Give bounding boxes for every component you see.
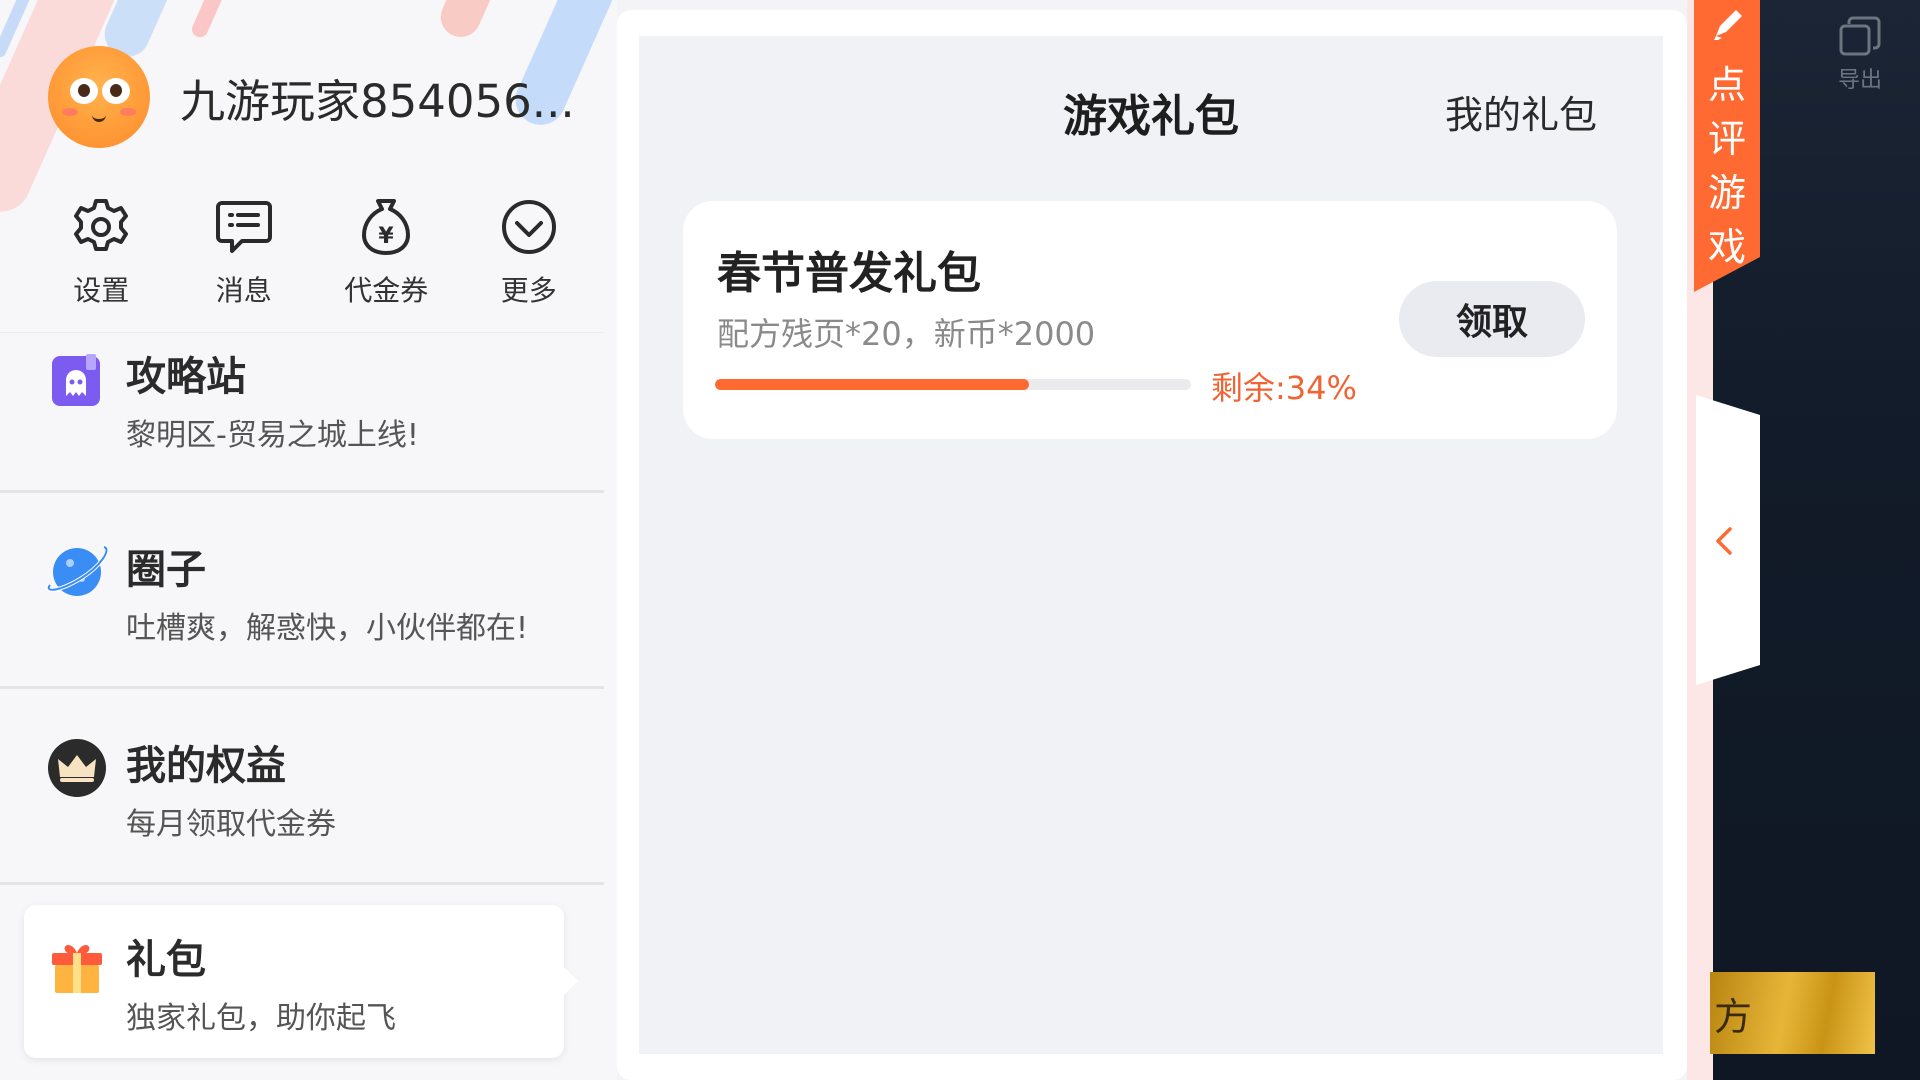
my-gifts-link[interactable]: 我的礼包 xyxy=(1445,84,1597,139)
guide-station-icon xyxy=(52,354,100,406)
side-menu-panel: 九游玩家854056... 设置 消息 ¥ 代金券 更多 攻略站 黎明区-贸易之… xyxy=(0,0,617,1080)
coupon-icon: ¥ xyxy=(362,199,411,255)
export-button[interactable]: 导出 xyxy=(1830,14,1890,94)
settings-button[interactable]: 设置 xyxy=(30,195,173,309)
review-tab-label: 点评游戏 xyxy=(1707,63,1746,269)
collapse-panel-tab[interactable] xyxy=(1696,395,1760,685)
review-game-tab[interactable]: 点评游戏 xyxy=(1694,0,1760,292)
planet-icon xyxy=(46,545,108,596)
menu-item-benefits[interactable]: 我的权益 每月领取代金券 xyxy=(0,689,604,885)
coupon-label: 代金券 xyxy=(344,274,429,307)
pencil-icon xyxy=(1714,10,1742,40)
username: 九游玩家854056... xyxy=(180,74,575,128)
gear-icon xyxy=(74,199,129,251)
menu-item-gift[interactable]: 礼包 独家礼包，助你起飞 xyxy=(24,905,578,1058)
decorative-stripe xyxy=(189,0,237,40)
chevron-down-circle-icon xyxy=(501,200,556,254)
svg-text:¥: ¥ xyxy=(379,224,395,249)
export-icon xyxy=(1839,16,1881,56)
gift-card: 春节普发礼包 配方残页*20，新币*2000 剩余:34% 领取 xyxy=(683,201,1617,439)
crown-icon xyxy=(48,739,106,797)
gift-content-panel: 游戏礼包 我的礼包 春节普发礼包 配方残页*20，新币*2000 剩余:34% … xyxy=(617,10,1687,1080)
export-label: 导出 xyxy=(1837,68,1882,93)
divider xyxy=(0,882,604,885)
more-button[interactable]: 更多 xyxy=(458,195,601,309)
gift-description: 配方残页*20，新币*2000 xyxy=(717,315,1096,353)
remaining-percentage: 剩余:34% xyxy=(1211,369,1357,407)
user-profile[interactable]: 九游玩家854056... xyxy=(48,46,575,148)
menu-item-subtitle: 吐槽爽，解惑快，小伙伴都在! xyxy=(126,611,529,646)
chevron-left-icon xyxy=(1716,527,1732,555)
gift-name: 春节普发礼包 xyxy=(717,248,981,299)
quick-actions-bar: 设置 消息 ¥ 代金券 更多 xyxy=(30,195,600,309)
gift-content-area: 游戏礼包 我的礼包 春节普发礼包 配方残页*20，新币*2000 剩余:34% … xyxy=(639,36,1663,1054)
menu-item-title: 礼包 xyxy=(126,937,206,983)
settings-label: 设置 xyxy=(73,274,130,307)
more-label: 更多 xyxy=(500,274,557,307)
remaining-progress-fill xyxy=(715,379,1030,390)
menu-item-subtitle: 黎明区-贸易之城上线! xyxy=(126,418,419,453)
menu-item-subtitle: 每月领取代金券 xyxy=(126,807,336,842)
claim-button[interactable]: 领取 xyxy=(1399,281,1585,357)
menu-item-title: 攻略站 xyxy=(126,354,246,400)
menu-item-circle[interactable]: 圈子 吐槽爽，解惑快，小伙伴都在! xyxy=(0,493,604,689)
messages-label: 消息 xyxy=(215,274,272,307)
messages-button[interactable]: 消息 xyxy=(173,195,316,309)
menu-item-title: 圈子 xyxy=(126,547,206,593)
decorative-stripe xyxy=(434,0,516,44)
menu-item-subtitle: 独家礼包，助你起飞 xyxy=(126,1001,396,1036)
coupon-button[interactable]: ¥ 代金券 xyxy=(315,195,458,309)
remaining-progress-bar xyxy=(715,379,1191,390)
menu-item-title: 我的权益 xyxy=(126,743,286,789)
banner-text: 方 xyxy=(1714,995,1753,1039)
gift-icon xyxy=(52,945,102,993)
message-icon xyxy=(215,201,272,253)
game-banner[interactable]: 方 xyxy=(1710,972,1875,1054)
avatar[interactable] xyxy=(48,46,150,148)
